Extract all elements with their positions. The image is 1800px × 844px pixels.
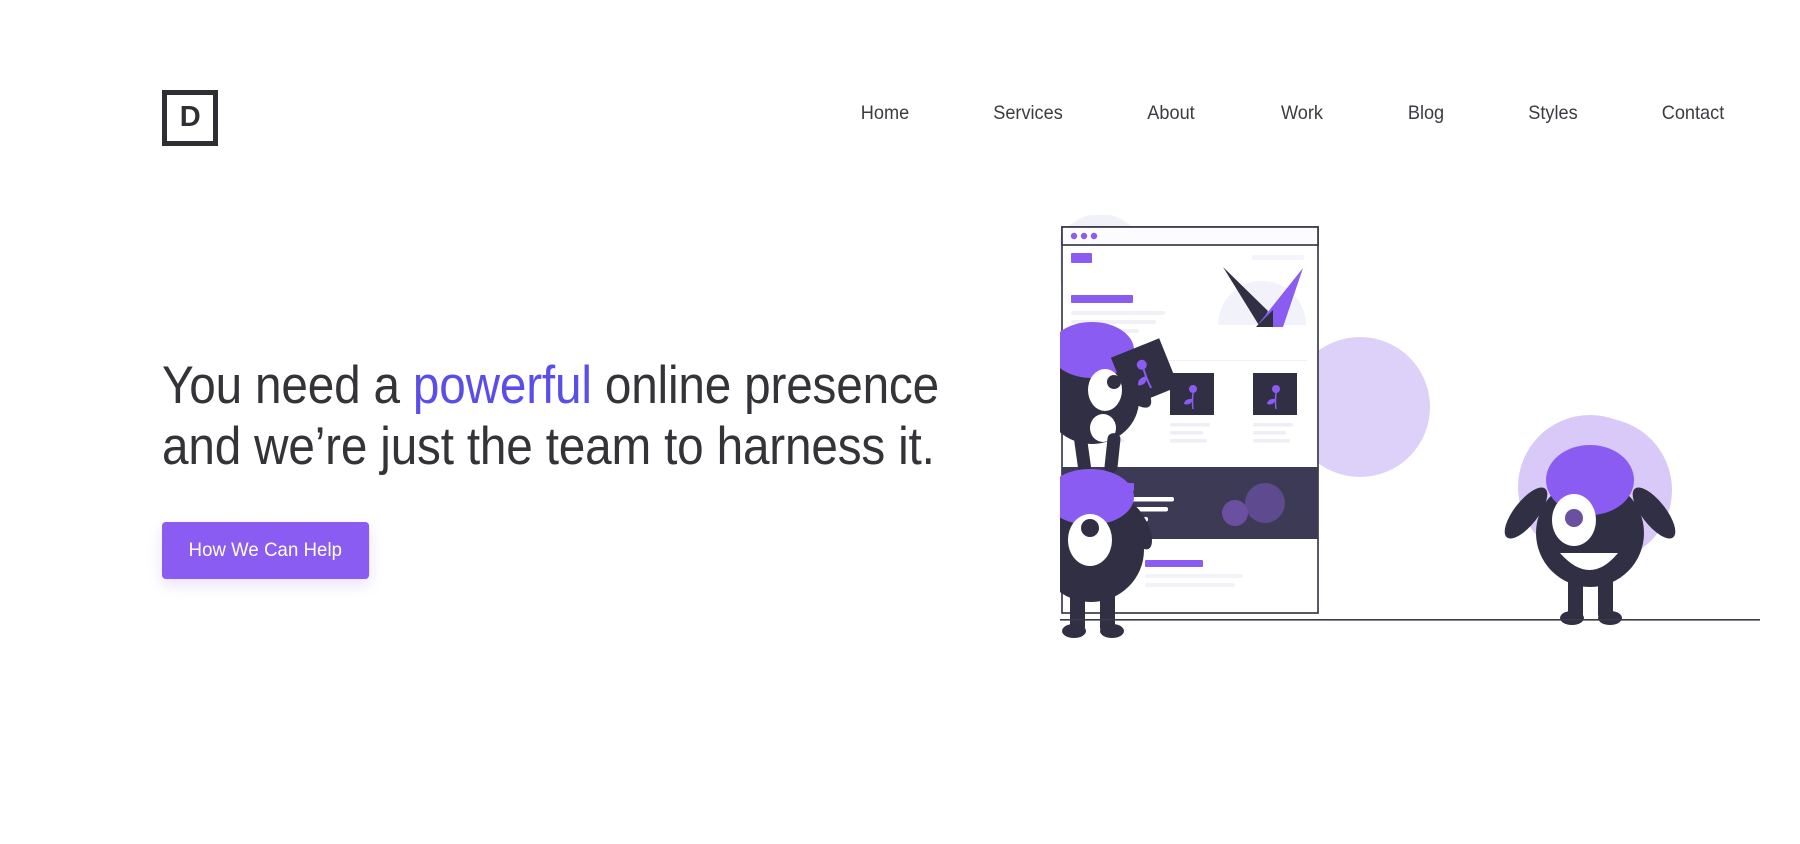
mockup-card-text <box>1170 423 1210 427</box>
nav-item-home[interactable]: Home <box>858 102 912 125</box>
char-lu-eye <box>1088 369 1122 411</box>
mockup-footer-line <box>1145 583 1235 587</box>
ground-line <box>1060 619 1760 621</box>
mockup-card-text <box>1253 431 1286 435</box>
browser-dot-3-icon <box>1090 232 1098 240</box>
nav-item-services[interactable]: Services <box>993 102 1064 125</box>
nav-item-about[interactable]: About <box>1144 102 1198 125</box>
hero-illustration <box>1060 215 1760 715</box>
hero-headline-accent-word: powerful <box>412 356 592 415</box>
mockup-nav-placeholder <box>1252 255 1304 260</box>
char-r-foot-right <box>1598 611 1622 625</box>
char-ll-pupil <box>1081 519 1099 537</box>
browser-titlebar <box>1061 226 1319 246</box>
hero-illustration-svg <box>1060 215 1760 638</box>
logo-mark[interactable]: D <box>162 90 218 146</box>
mockup-heading-bar <box>1071 295 1133 303</box>
hero-headline-line-1: You need a powerful online presence <box>162 355 939 416</box>
mockup-band-circle-small <box>1222 500 1248 526</box>
nav-item-blog[interactable]: Blog <box>1406 102 1447 125</box>
mockup-card-text <box>1253 423 1293 427</box>
char-r-pupil <box>1565 509 1583 527</box>
main-navigation: Home Services About Work Blog Styles Con… <box>856 102 1728 125</box>
hero-headline-text-before: You need a <box>162 356 413 415</box>
char-r-foot-left <box>1560 611 1584 625</box>
how-we-can-help-button[interactable]: How We Can Help <box>162 521 369 579</box>
logo-letter: D <box>179 101 201 133</box>
mockup-logo-block <box>1071 253 1092 263</box>
mockup-card-text <box>1170 431 1203 435</box>
mockup-card-2-thumb <box>1170 373 1214 415</box>
nav-item-styles[interactable]: Styles <box>1526 102 1580 125</box>
mockup-card-text <box>1170 439 1207 443</box>
mockup-card-3-thumb <box>1253 373 1297 415</box>
hero-page: D Home Services About Work Blog Styles C… <box>0 0 1800 844</box>
browser-dot-2-icon <box>1080 232 1088 240</box>
char-ll-foot-left <box>1062 624 1086 638</box>
mockup-band-circle-large <box>1245 483 1285 523</box>
mockup-card-text <box>1253 439 1290 443</box>
mockup-text-line <box>1071 311 1165 315</box>
hero-headline-line-2: and we’re just the team to harness it. <box>162 417 935 477</box>
mockup-footer-line <box>1145 574 1243 578</box>
char-ll-foot-right <box>1100 624 1124 638</box>
nav-item-work[interactable]: Work <box>1278 102 1326 125</box>
hero-headline: You need a powerful online presence and … <box>162 355 939 478</box>
hero-headline-text-after: online presence <box>591 356 939 415</box>
hero-copy: You need a powerful online presence and … <box>162 355 1002 579</box>
browser-dot-1-icon <box>1070 232 1078 240</box>
site-header: D Home Services About Work Blog Styles C… <box>0 0 1800 200</box>
mockup-footer-heading <box>1145 560 1203 567</box>
nav-item-contact[interactable]: Contact <box>1660 102 1725 125</box>
